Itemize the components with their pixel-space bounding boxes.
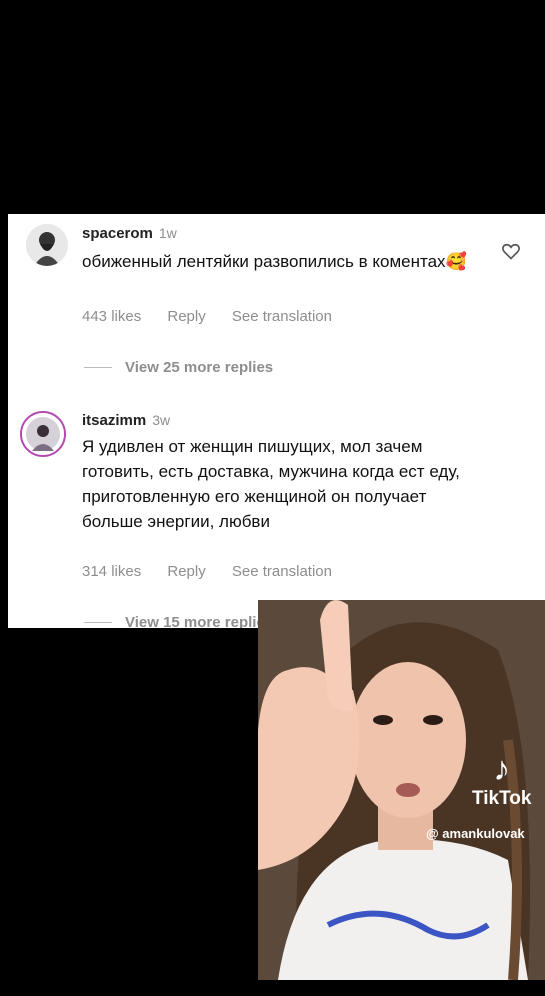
- see-translation-link[interactable]: See translation: [232, 563, 332, 580]
- comment-username[interactable]: itsazimm 3w: [82, 412, 170, 429]
- avatar[interactable]: [20, 411, 66, 457]
- comment-text: обиженный лентяйки развопились в комента…: [82, 252, 467, 271]
- comment-time: 1w: [158, 225, 177, 241]
- view-replies-button[interactable]: View 15 more replies: [125, 614, 273, 628]
- tiktok-handle: @ amankulovak: [426, 826, 525, 841]
- likes-count[interactable]: 314 likes: [82, 563, 141, 580]
- comments-panel: spacerom 1w обиженный лентяйки развопилис…: [8, 214, 545, 628]
- reply-button[interactable]: Reply: [167, 563, 205, 580]
- heart-icon[interactable]: [501, 241, 521, 261]
- reply-button[interactable]: Reply: [167, 308, 205, 325]
- replies-divider: [84, 622, 112, 623]
- likes-count[interactable]: 443 likes: [82, 308, 141, 325]
- comment-actions: 314 likes Reply See translation: [82, 563, 354, 580]
- tiktok-watermark: ♪ TikTok: [472, 750, 531, 810]
- comment-time: 3w: [152, 412, 171, 428]
- comment-text: Я удивлен от женщин пишущих, мол зачем г…: [82, 437, 460, 531]
- see-translation-link[interactable]: See translation: [232, 308, 332, 325]
- tiktok-logo-icon: ♪: [493, 750, 511, 788]
- view-replies-button[interactable]: View 25 more replies: [125, 359, 273, 376]
- comment-actions: 443 likes Reply See translation: [82, 308, 354, 325]
- comment-username[interactable]: spacerom 1w: [82, 225, 177, 242]
- replies-divider: [84, 367, 112, 368]
- avatar[interactable]: [26, 224, 68, 266]
- tiktok-brand: TikTok: [472, 788, 532, 809]
